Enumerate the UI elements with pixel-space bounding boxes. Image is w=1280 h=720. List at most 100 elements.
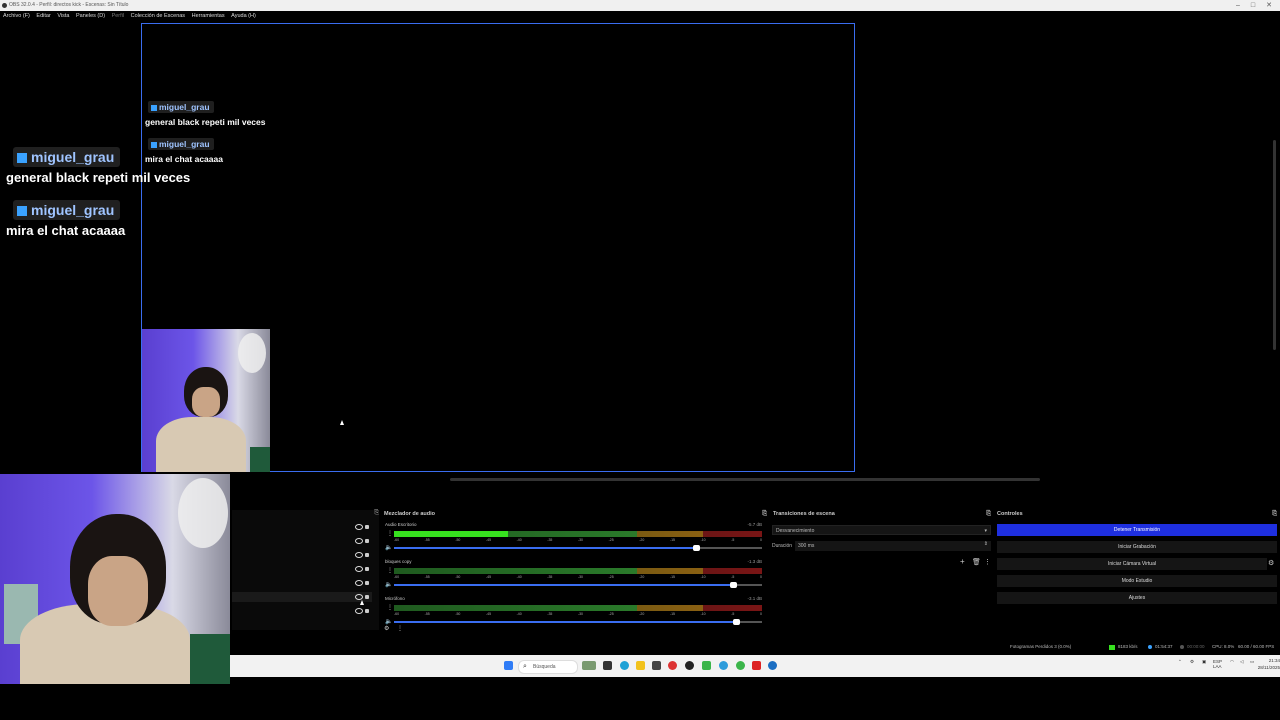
mixer-title: Mezclador de audio — [384, 511, 436, 517]
app-icon[interactable] — [652, 661, 661, 670]
chat-username: miguel_grau — [31, 202, 115, 218]
meter-scale: -60 -55 -50 -45 -40 -35 -30 -25 -20 -15 -10 -5 0 — [394, 575, 762, 580]
trash-icon[interactable]: 🗑 — [972, 558, 981, 566]
search-placeholder: Búsqueda — [533, 664, 556, 670]
minimize-button[interactable]: – — [1230, 0, 1246, 11]
steam-icon[interactable] — [768, 661, 777, 670]
mixer-menu-icon[interactable]: ⋮ — [397, 625, 403, 632]
start-recording-button[interactable]: Iniciar Grabación — [997, 541, 1277, 553]
meter-tick-label: -50 — [455, 538, 461, 542]
tray-chevron-icon[interactable]: ⌃ — [1178, 659, 1182, 665]
studio-mode-button[interactable]: Modo Estudio — [997, 575, 1277, 587]
meter-scale: -60 -55 -50 -45 -40 -35 -30 -25 -20 -15 -10 -5 0 — [394, 538, 762, 543]
volume-slider-handle[interactable] — [733, 619, 741, 625]
horizontal-scrollbar[interactable] — [450, 478, 1040, 481]
lock-icon[interactable] — [365, 595, 369, 599]
language-indicator[interactable]: ESP LAA — [1213, 659, 1225, 669]
spin-arrows-icon[interactable]: ⇕ — [984, 539, 988, 549]
menu-archivo[interactable]: Archivo (F) — [3, 13, 30, 19]
duration-spinbox[interactable]: 300 ms ⇕ — [795, 541, 991, 551]
speaker-icon[interactable]: 🔈 — [385, 581, 392, 588]
lock-icon[interactable] — [365, 553, 369, 557]
speaker-icon[interactable]: 🔈 — [385, 544, 392, 551]
speaker-icon[interactable]: 🔈 — [385, 618, 392, 625]
volume-icon[interactable]: ◁ — [1240, 659, 1243, 665]
app-icon[interactable] — [702, 661, 711, 670]
eye-icon[interactable] — [355, 580, 363, 586]
app-icon[interactable] — [752, 661, 761, 670]
add-transition-icon[interactable]: + — [960, 557, 965, 566]
volume-slider-handle[interactable] — [692, 545, 700, 551]
menu-vista[interactable]: Vista — [57, 13, 69, 19]
stop-streaming-button[interactable]: Detener Transmisión — [997, 524, 1277, 536]
meter-tick-label: -60 — [394, 575, 400, 579]
file-explorer-icon[interactable] — [636, 661, 645, 670]
obs-taskbar-icon[interactable] — [685, 661, 694, 670]
mixer-channel-menu-icon[interactable]: ⋮ — [387, 530, 393, 537]
windows-start-icon[interactable] — [504, 661, 513, 670]
dock-float-icon[interactable]: ⎘ — [374, 510, 379, 517]
mouse-cursor — [360, 600, 364, 605]
volume-slider[interactable] — [394, 619, 762, 625]
lock-icon[interactable] — [365, 609, 369, 613]
spotify-icon[interactable] — [736, 661, 745, 670]
webcam-source-preview[interactable] — [142, 329, 270, 472]
chrome-icon[interactable] — [719, 661, 728, 670]
transition-select[interactable]: Desvanecimiento ▾ — [772, 525, 991, 535]
tray-app-icon[interactable]: ▣ — [1202, 659, 1206, 665]
eye-icon[interactable] — [355, 566, 363, 572]
kick-badge-icon — [151, 141, 157, 148]
meter-tick-label: -25 — [608, 538, 614, 542]
mixer-channel-menu-icon[interactable]: ⋮ — [387, 604, 393, 611]
task-view-icon[interactable] — [603, 661, 612, 670]
menu-coleccion-escenas[interactable]: Colección de Escenas — [131, 13, 185, 19]
mixer-channel-name: Audio Escritorio — [385, 522, 417, 527]
meter-tick-label: -40 — [516, 575, 522, 579]
maximize-button[interactable]: □ — [1245, 0, 1261, 11]
dock-float-icon[interactable]: ⎘ — [1272, 510, 1277, 518]
mixer-link-icon[interactable]: ⚙ — [384, 625, 389, 632]
vertical-scrollbar[interactable] — [1273, 140, 1276, 350]
menu-editar[interactable]: Editar — [36, 13, 50, 19]
volume-meter — [394, 605, 762, 611]
source-row-selected[interactable] — [232, 592, 372, 602]
tray-app-icon[interactable]: ⚙ — [1190, 659, 1194, 665]
edge-icon[interactable] — [620, 661, 629, 670]
eye-icon[interactable] — [355, 608, 363, 614]
eye-icon[interactable] — [355, 538, 363, 544]
meter-tick-label: -20 — [639, 538, 645, 542]
preview-canvas[interactable]: miguel_grau general black repeti mil vec… — [141, 23, 855, 472]
menu-paneles[interactable]: Paneles (D) — [76, 13, 105, 19]
menu-ayuda[interactable]: Ayuda (H) — [231, 13, 256, 19]
brave-icon[interactable] — [668, 661, 677, 670]
volume-slider[interactable] — [394, 582, 762, 588]
meter-tick-label: -45 — [485, 575, 492, 579]
menu-bar: Archivo (F) Editar Vista Paneles (D) Per… — [0, 11, 1280, 22]
transition-menu-icon[interactable]: ⋮ — [984, 558, 991, 566]
lock-icon[interactable] — [365, 525, 369, 529]
widgets-icon[interactable] — [582, 661, 596, 670]
lock-icon[interactable] — [365, 567, 369, 571]
close-button[interactable]: ✕ — [1261, 0, 1277, 11]
wifi-icon[interactable]: ◠ — [1230, 659, 1234, 665]
clock-time[interactable]: 21:34 — [1258, 658, 1280, 663]
eye-icon[interactable] — [355, 552, 363, 558]
volume-slider[interactable] — [394, 545, 762, 551]
settings-button[interactable]: Ajustes — [997, 592, 1277, 604]
volume-slider-handle[interactable] — [729, 582, 737, 588]
lock-icon[interactable] — [365, 581, 369, 585]
taskbar-search[interactable]: ⌕ Búsqueda — [518, 660, 578, 674]
stream-status-icon — [1148, 645, 1152, 649]
dock-float-icon[interactable]: ⎘ — [762, 510, 767, 518]
meter-tick-label: -35 — [547, 612, 553, 616]
menu-herramientas[interactable]: Herramientas — [192, 13, 225, 19]
mixer-channel-db: -5.7 dB — [747, 522, 762, 527]
lock-icon[interactable] — [365, 539, 369, 543]
clock-date[interactable]: 28/11/2025 — [1250, 665, 1280, 670]
eye-icon[interactable] — [355, 524, 363, 530]
mixer-channel-menu-icon[interactable]: ⋮ — [387, 567, 393, 574]
start-virtual-camera-button[interactable]: Iniciar Cámara Virtual — [997, 558, 1267, 570]
dock-float-icon[interactable]: ⎘ — [986, 510, 991, 518]
menu-perfil[interactable]: Perfil — [112, 13, 125, 19]
virtual-camera-settings-gear-icon[interactable]: ⚙ — [1268, 559, 1274, 567]
